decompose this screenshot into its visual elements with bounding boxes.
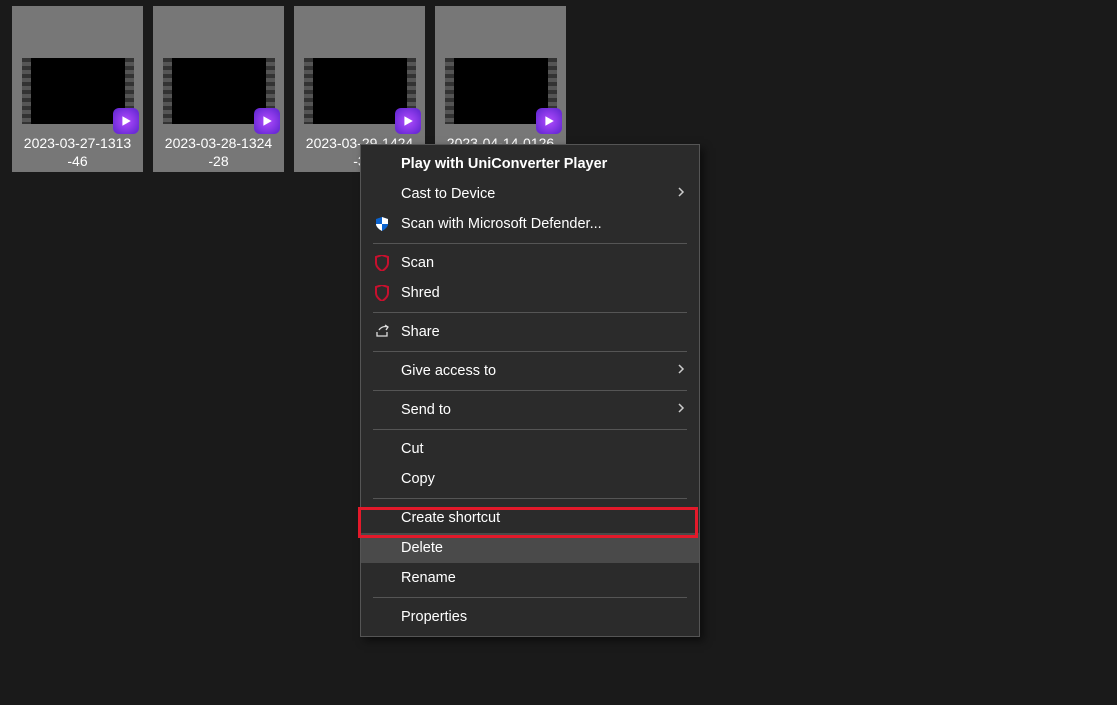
menu-separator xyxy=(373,390,687,391)
mcafee-shield-icon xyxy=(373,284,391,302)
menu-separator xyxy=(373,351,687,352)
menu-item-properties[interactable]: Properties xyxy=(361,602,699,632)
play-icon xyxy=(113,108,139,134)
play-icon xyxy=(395,108,421,134)
share-icon xyxy=(373,323,391,341)
menu-label: Play with UniConverter Player xyxy=(401,156,607,172)
menu-item-rename[interactable]: Rename xyxy=(361,563,699,593)
menu-label: Properties xyxy=(401,609,467,625)
menu-label: Copy xyxy=(401,471,435,487)
menu-item-cast[interactable]: Cast to Device xyxy=(361,179,699,209)
menu-label: Shred xyxy=(401,285,440,301)
file-item[interactable]: 2023-03-27-1313 -46 xyxy=(12,6,143,172)
menu-item-play[interactable]: Play with UniConverter Player xyxy=(361,149,699,179)
menu-item-scan[interactable]: Scan xyxy=(361,248,699,278)
menu-label: Cast to Device xyxy=(401,186,495,202)
menu-item-cut[interactable]: Cut xyxy=(361,434,699,464)
menu-label: Create shortcut xyxy=(401,510,500,526)
menu-label: Scan xyxy=(401,255,434,271)
menu-separator xyxy=(373,498,687,499)
menu-item-delete[interactable]: Delete xyxy=(361,533,699,563)
play-icon xyxy=(536,108,562,134)
menu-item-send-to[interactable]: Send to xyxy=(361,395,699,425)
file-label: 2023-03-27-1313 -46 xyxy=(12,134,143,170)
menu-label: Send to xyxy=(401,402,451,418)
file-item[interactable]: 2023-03-28-1324 -28 xyxy=(153,6,284,172)
menu-label: Delete xyxy=(401,540,443,556)
menu-separator xyxy=(373,243,687,244)
menu-label: Cut xyxy=(401,441,424,457)
menu-label: Share xyxy=(401,324,440,340)
menu-item-create-shortcut[interactable]: Create shortcut xyxy=(361,503,699,533)
menu-item-scan-defender[interactable]: Scan with Microsoft Defender... xyxy=(361,209,699,239)
menu-separator xyxy=(373,429,687,430)
file-label: 2023-03-28-1324 -28 xyxy=(153,134,284,170)
menu-item-copy[interactable]: Copy xyxy=(361,464,699,494)
play-icon xyxy=(254,108,280,134)
menu-item-give-access[interactable]: Give access to xyxy=(361,356,699,386)
menu-label: Give access to xyxy=(401,363,496,379)
menu-separator xyxy=(373,597,687,598)
menu-item-shred[interactable]: Shred xyxy=(361,278,699,308)
mcafee-shield-icon xyxy=(373,254,391,272)
menu-separator xyxy=(373,312,687,313)
context-menu: Play with UniConverter Player Cast to De… xyxy=(360,144,700,637)
menu-item-share[interactable]: Share xyxy=(361,317,699,347)
chevron-right-icon xyxy=(677,186,685,202)
menu-label: Rename xyxy=(401,570,456,586)
chevron-right-icon xyxy=(677,363,685,379)
chevron-right-icon xyxy=(677,402,685,418)
shield-icon xyxy=(373,215,391,233)
menu-label: Scan with Microsoft Defender... xyxy=(401,216,602,232)
